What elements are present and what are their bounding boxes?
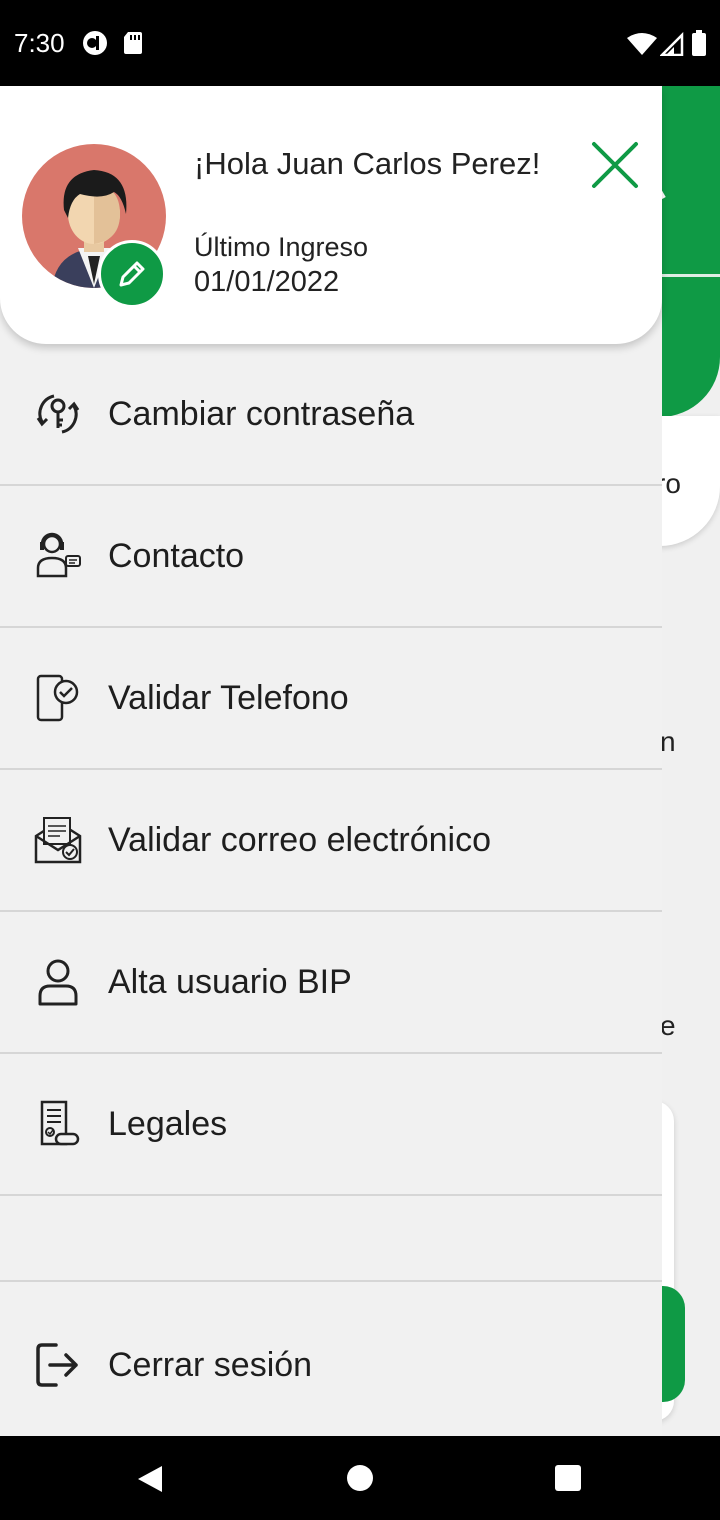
menu-item-change-password[interactable]: Cambiar contraseña [0,344,662,486]
system-navigation-bar [0,1436,720,1520]
menu-item-label: Contacto [108,536,245,575]
background-partial-text: n [660,726,676,757]
recents-icon[interactable] [554,1464,582,1492]
back-icon[interactable] [136,1464,164,1494]
close-icon [592,142,638,188]
logout-label: Cerrar sesión [108,1345,313,1384]
pencil-icon [119,261,145,287]
status-bar: 7:30 [0,0,720,86]
last-login-label: Último Ingreso [194,232,369,262]
menu-item-label: Cambiar contraseña [108,394,415,433]
menu-item-legal[interactable]: Legales [0,1054,662,1196]
drawer-header: ¡Hola Juan Carlos Perez! Último Ingreso … [0,86,662,344]
signal-icon [658,31,684,61]
menu-item-label: Validar correo electrónico [108,820,491,859]
battery-icon [692,30,706,61]
phone-check-icon [32,672,84,724]
close-drawer-button[interactable] [588,138,642,192]
menu-item-label: Validar Telefono [108,678,349,717]
key-refresh-icon [32,388,84,440]
mail-check-icon [32,814,84,866]
background-partial-text: e [660,1010,676,1041]
navigation-drawer: ¡Hola Juan Carlos Perez! Último Ingreso … [0,86,662,1436]
edit-avatar-button[interactable] [98,240,166,308]
last-login-date: 01/01/2022 [194,266,340,298]
menu-item-label: Legales [108,1104,228,1143]
greeting-text: ¡Hola Juan Carlos Perez! [194,146,541,181]
menu-item-label: Alta usuario BIP [108,962,352,1001]
home-icon[interactable] [346,1464,374,1492]
status-time: 7:30 [14,28,65,58]
document-icon [32,1098,84,1150]
menu-spacer [0,1196,662,1282]
menu-item-contact[interactable]: Contacto [0,486,662,628]
menu-item-register-bip-user[interactable]: Alta usuario BIP [0,912,662,1054]
wifi-icon [626,32,658,61]
screen: 7:30 ro n e ¡Hola Juan Carlos Perez! Últ… [0,0,720,1520]
menu-item-validate-email[interactable]: Validar correo electrónico [0,770,662,912]
drawer-menu: Cambiar contraseña Contacto Validar Tele… [0,344,662,1448]
logout-icon [34,1339,82,1391]
sd-card-icon [122,30,144,61]
support-agent-icon [32,530,84,582]
privacy-indicator-icon [82,30,108,61]
logout-button[interactable]: Cerrar sesión [0,1282,662,1448]
menu-item-validate-phone[interactable]: Validar Telefono [0,628,662,770]
user-icon [32,956,84,1008]
